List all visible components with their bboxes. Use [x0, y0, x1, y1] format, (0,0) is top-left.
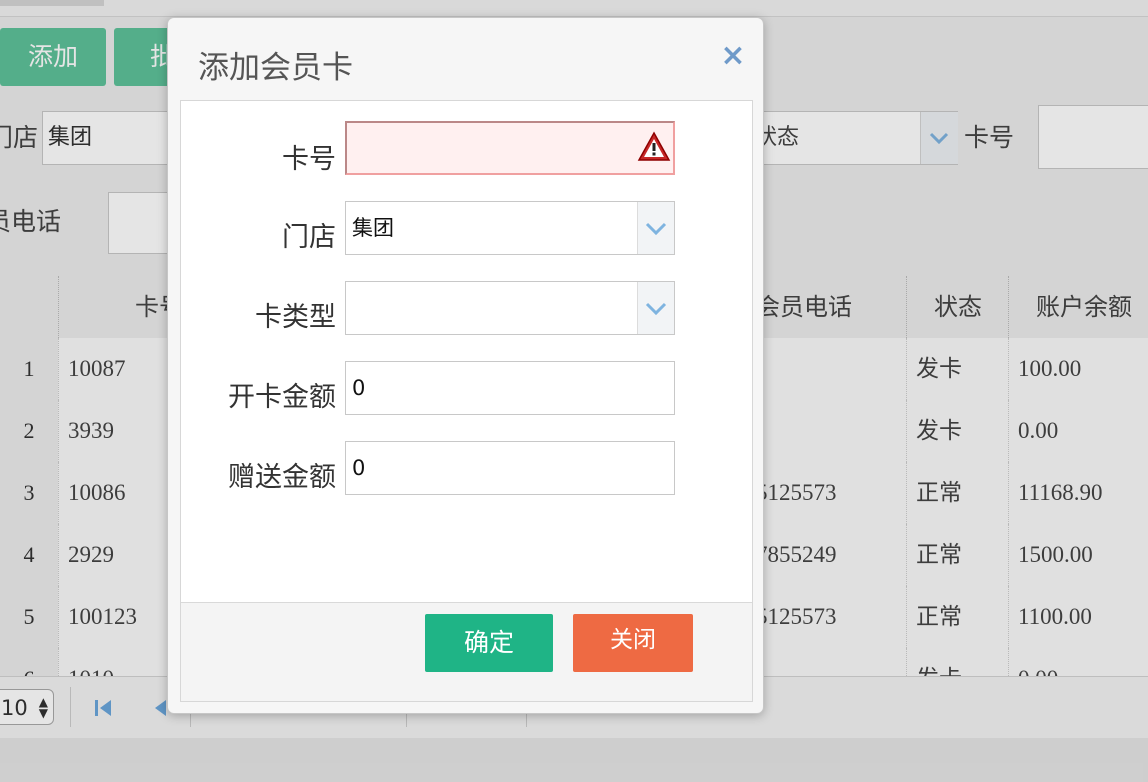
open-amount-input[interactable]: 0: [345, 361, 675, 415]
card-no-label: 卡号: [282, 144, 336, 175]
confirm-button[interactable]: 确定: [425, 614, 553, 672]
store-value: 集团: [352, 216, 394, 240]
dialog-title: 添加会员卡: [198, 50, 353, 86]
close-button[interactable]: 关闭: [573, 614, 693, 672]
chevron-down-icon: [645, 302, 667, 316]
add-member-card-dialog: 添加会员卡 × 卡号 门店 集团 卡类型 开卡金额 0 赠送金额 0 确定 关闭: [167, 17, 764, 714]
dialog-body: 卡号 门店 集团 卡类型 开卡金额 0 赠送金额 0 确定 关闭: [180, 100, 753, 702]
gift-amount-label: 赠送金额: [228, 462, 336, 493]
card-type-select[interactable]: [345, 281, 675, 335]
chevron-down-icon: [645, 222, 667, 236]
store-dropdown-arrow[interactable]: [637, 202, 674, 254]
dialog-footer: 确定 关闭: [181, 602, 752, 701]
card-type-label: 卡类型: [255, 302, 336, 333]
open-amount-label: 开卡金额: [228, 382, 336, 413]
store-select[interactable]: 集团: [345, 201, 675, 255]
gift-amount-value: 0: [352, 456, 366, 480]
close-icon[interactable]: ×: [719, 41, 747, 71]
store-label: 门店: [282, 222, 336, 253]
gift-amount-input[interactable]: 0: [345, 441, 675, 495]
open-amount-value: 0: [352, 376, 366, 400]
card-no-input[interactable]: [345, 121, 675, 175]
warning-triangle-icon: [637, 131, 671, 161]
card-type-dropdown-arrow[interactable]: [637, 282, 674, 334]
